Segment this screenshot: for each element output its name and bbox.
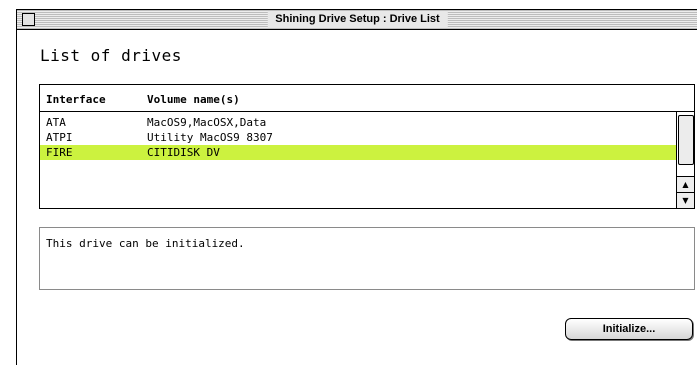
page-title: List of drives — [40, 46, 182, 65]
interface-cell: ATA — [46, 116, 66, 129]
scroll-up-arrow-icon[interactable]: ▲ — [677, 176, 694, 192]
window-title: Shining Drive Setup : Drive List — [267, 11, 448, 28]
table-row[interactable]: ATA MacOS9,MacOSX,Data — [40, 115, 676, 130]
volume-names-cell: MacOS9,MacOSX,Data — [147, 116, 267, 129]
close-box[interactable] — [22, 13, 35, 26]
initialize-button[interactable]: Initialize... — [565, 318, 693, 340]
scroll-thumb[interactable] — [678, 115, 694, 165]
drive-table: Interface Volume name(s) ATA MacOS9,MacO… — [39, 84, 695, 209]
column-header-volume-names: Volume name(s) — [147, 93, 240, 106]
table-header: Interface Volume name(s) — [40, 85, 694, 112]
scroll-down-arrow-icon[interactable]: ▼ — [677, 192, 694, 208]
volume-names-cell: CITIDISK DV — [147, 146, 220, 159]
title-bar[interactable]: Shining Drive Setup : Drive List — [17, 10, 697, 30]
table-row-selected[interactable]: FIRE CITIDISK DV — [40, 145, 676, 160]
table-row[interactable]: ATPI Utility MacOS9 8307 — [40, 130, 676, 145]
drive-list: ATA MacOS9,MacOSX,Data ATPI Utility MacO… — [40, 112, 676, 208]
vertical-scrollbar[interactable]: ▲ ▼ — [676, 112, 694, 208]
volume-names-cell: Utility MacOS9 8307 — [147, 131, 273, 144]
interface-cell: ATPI — [46, 131, 73, 144]
status-message: This drive can be initialized. — [46, 237, 245, 250]
column-header-interface: Interface — [46, 93, 106, 106]
status-message-box: This drive can be initialized. — [39, 227, 695, 290]
interface-cell: FIRE — [46, 146, 73, 159]
drive-list-window: Shining Drive Setup : Drive List List of… — [16, 9, 697, 365]
